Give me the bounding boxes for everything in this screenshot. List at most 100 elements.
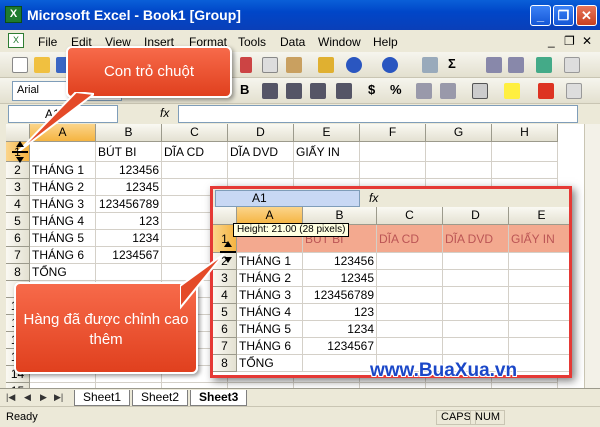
zoom-grid-cell: 1234567 [303,338,377,355]
undo-icon[interactable] [346,57,362,73]
grid-cell[interactable] [492,162,558,179]
vertical-scrollbar[interactable] [584,124,600,388]
tab-sheet2[interactable]: Sheet2 [132,390,189,406]
toolbar-options-icon[interactable] [564,57,580,73]
zoom-grid-cell: GIẤY IN [509,225,569,253]
menu-tools[interactable]: Tools [238,35,266,49]
fill-color-icon[interactable] [504,83,520,99]
redo-icon[interactable] [382,57,398,73]
row-header[interactable]: 5 [6,213,30,230]
grid-cell[interactable]: 12345 [96,179,162,196]
zoom-grid-cell: 123456789 [303,287,377,304]
merge-center-icon[interactable] [336,83,352,99]
autosum-icon[interactable]: Σ [448,56,456,71]
formula-input[interactable] [178,105,578,123]
grid-cell[interactable] [294,162,360,179]
currency-button[interactable]: $ [368,82,375,97]
column-header[interactable]: E [294,124,360,142]
chart-wizard-icon[interactable] [536,57,552,73]
grid-cell[interactable]: THÁNG 3 [30,196,96,213]
font-color-icon[interactable] [538,83,554,99]
last-sheet-icon[interactable]: ▶| [54,392,63,403]
grid-cell[interactable]: THÁNG 2 [30,179,96,196]
align-right-icon[interactable] [310,83,326,99]
grid-cell[interactable] [162,162,228,179]
menu-window[interactable]: Window [318,35,361,49]
row-header[interactable]: 7 [6,247,30,264]
close-button[interactable]: ✕ [576,5,597,26]
new-icon[interactable] [12,57,28,73]
grid-cell[interactable] [426,142,492,162]
borders-icon[interactable] [472,83,488,99]
sort-descending-icon[interactable] [508,57,524,73]
grid-cell[interactable] [492,142,558,162]
grid-cell[interactable] [228,162,294,179]
workbook-icon[interactable]: X [8,33,24,48]
zoom-fx-label: fx [369,191,379,205]
grid-cell[interactable]: GIẤY IN [294,142,360,162]
bold-button[interactable]: B [240,82,249,97]
zoom-grid-cell [509,355,569,372]
increase-decimal-icon[interactable] [440,83,456,99]
grid-cell[interactable] [360,142,426,162]
row-header[interactable]: 4 [6,196,30,213]
row-header[interactable]: 3 [6,179,30,196]
hyperlink-icon[interactable] [422,57,438,73]
paste-icon[interactable] [286,57,302,73]
menu-help[interactable]: Help [373,35,398,49]
excel-app-icon[interactable]: X [5,6,22,23]
formatting-options-icon[interactable] [566,83,582,99]
column-header[interactable]: F [360,124,426,142]
open-icon[interactable] [34,57,50,73]
grid-cell[interactable]: THÁNG 4 [30,213,96,230]
grid-cell[interactable] [426,162,492,179]
grid-cell[interactable]: 123456 [96,162,162,179]
grid-cell[interactable]: BÚT BI [96,142,162,162]
column-header[interactable]: B [96,124,162,142]
align-center-icon[interactable] [286,83,302,99]
column-header[interactable]: G [426,124,492,142]
first-sheet-icon[interactable]: |◀ [6,392,15,403]
column-header[interactable]: C [162,124,228,142]
grid-cell[interactable] [360,162,426,179]
grid-cell[interactable]: DĨA DVD [228,142,294,162]
grid-cell[interactable]: DĨA CD [162,142,228,162]
grid-cell[interactable]: TỔNG [30,264,96,281]
percent-button[interactable]: % [390,82,402,97]
cut-icon[interactable] [240,57,252,73]
row-header[interactable]: 6 [6,230,30,247]
row-header[interactable]: 8 [6,264,30,281]
align-left-icon[interactable] [262,83,278,99]
tab-sheet3[interactable]: Sheet3 [190,390,248,406]
grid-cell[interactable]: THÁNG 6 [30,247,96,264]
insert-function-button[interactable]: fx [160,106,169,120]
row-header[interactable]: 2 [6,162,30,179]
grid-cell[interactable]: THÁNG 1 [30,162,96,179]
grid-cell[interactable]: 1234 [96,230,162,247]
format-painter-icon[interactable] [318,57,334,73]
grid-cell[interactable] [96,264,162,281]
next-sheet-icon[interactable]: ▶ [40,392,47,403]
restore-button[interactable]: ❐ [553,5,574,26]
column-header[interactable]: D [228,124,294,142]
workbook-close-button[interactable]: ✕ [582,34,592,48]
zoom-grid-cell [443,287,509,304]
tab-sheet1[interactable]: Sheet1 [74,390,131,406]
comma-style-icon[interactable] [416,83,432,99]
grid-cell[interactable]: THÁNG 5 [30,230,96,247]
workbook-minimize-button[interactable]: _ [548,34,555,48]
zoom-row-header: 8 [213,355,237,372]
menu-data[interactable]: Data [280,35,305,49]
sheet-tabs-bar: |◀ ◀ ▶ ▶| Sheet1 Sheet2 Sheet3 [0,388,600,406]
grid-cell[interactable]: 123 [96,213,162,230]
minimize-button[interactable]: _ [530,5,551,26]
zoom-grid-cell [377,321,443,338]
sort-ascending-icon[interactable] [486,57,502,73]
workbook-restore-button[interactable]: ❐ [564,34,575,48]
menu-file[interactable]: File [38,35,57,49]
prev-sheet-icon[interactable]: ◀ [24,392,31,403]
grid-cell[interactable]: 123456789 [96,196,162,213]
copy-icon[interactable] [262,57,278,73]
grid-cell[interactable]: 1234567 [96,247,162,264]
column-header[interactable]: H [492,124,558,142]
